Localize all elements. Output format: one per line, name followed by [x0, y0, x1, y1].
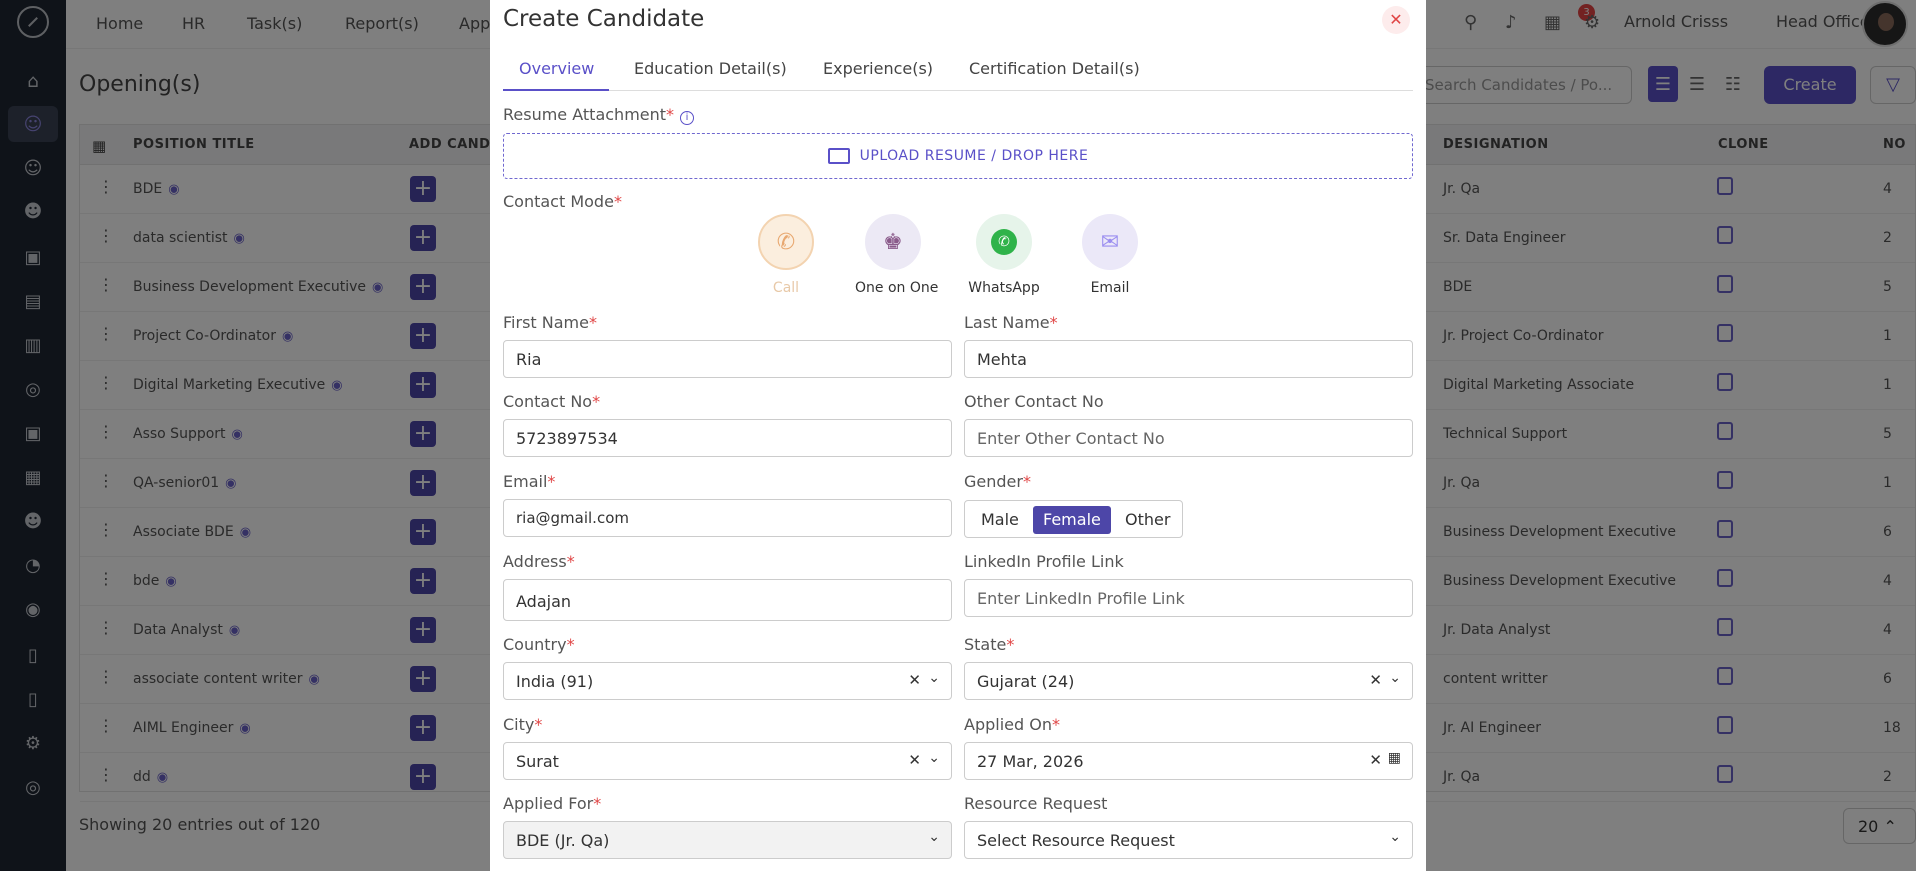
chevron-down-icon[interactable]: ⌄ [1389, 829, 1401, 845]
resource-request-select[interactable]: Select Resource Request ⌄ [964, 821, 1413, 859]
linkedin-label: LinkedIn Profile Link [964, 552, 1124, 571]
email-label: Email* [503, 472, 556, 491]
resource-request-placeholder: Select Resource Request [977, 831, 1175, 850]
chevron-down-icon[interactable]: ⌄ [1389, 670, 1401, 686]
country-select[interactable]: India (91) ✕ ⌄ [503, 662, 952, 700]
clear-icon[interactable]: ✕ [1369, 751, 1382, 769]
first-name-input[interactable]: Ria [503, 340, 952, 378]
clear-icon[interactable]: ✕ [1369, 671, 1382, 689]
email-field[interactable]: ria@gmail.com [503, 499, 952, 537]
gender-other[interactable]: Other [1115, 506, 1180, 534]
info-icon[interactable]: i [680, 111, 695, 125]
city-select[interactable]: Surat ✕ ⌄ [503, 742, 952, 780]
contact-mode-email[interactable]: ✉ Email [1082, 214, 1138, 296]
applied-on-date[interactable]: 27 Mar, 2026 ✕ ▦ [964, 742, 1413, 780]
tab-experience[interactable]: Experience(s) [823, 59, 933, 78]
app-root: ⌂ ☺ ☺ ☻ ▣ ▤ ▥ ◎ ▣ ▦ ☻ ◔ ◉ ▯ ▯ ⚙ ◎ Home H… [0, 0, 1916, 871]
other-contact-input[interactable]: Enter Other Contact No [964, 419, 1413, 457]
address-label: Address* [503, 552, 575, 571]
clear-icon[interactable]: ✕ [908, 671, 921, 689]
modal-title: Create Candidate [503, 6, 705, 32]
whatsapp-icon: ✆ [976, 214, 1032, 270]
applied-on-value: 27 Mar, 2026 [977, 752, 1084, 771]
tab-overview[interactable]: Overview [519, 59, 594, 78]
first-name-label: First Name* [503, 313, 597, 332]
applied-on-label: Applied On* [964, 715, 1060, 734]
contact-mode-one-on-one[interactable]: ♚ One on One [855, 214, 938, 296]
resource-request-label: Resource Request [964, 794, 1108, 813]
applied-for-value: BDE (Jr. Qa) [516, 831, 610, 850]
meeting-icon: ♚ [865, 214, 921, 270]
gender-male[interactable]: Male [971, 506, 1029, 534]
gender-toggle: Male Female Other [964, 500, 1183, 538]
other-contact-label: Other Contact No [964, 392, 1104, 411]
close-icon[interactable]: ✕ [1382, 6, 1410, 34]
tab-education[interactable]: Education Detail(s) [634, 59, 787, 78]
create-candidate-modal: Create Candidate ✕ Overview Education De… [490, 0, 1426, 871]
chevron-down-icon[interactable]: ⌄ [928, 750, 940, 766]
country-label: Country* [503, 635, 575, 654]
contact-mode-whatsapp[interactable]: ✆ WhatsApp [968, 214, 1040, 296]
last-name-label: Last Name* [964, 313, 1058, 332]
folder-icon [827, 148, 850, 164]
upload-text: UPLOAD RESUME / DROP HERE [859, 148, 1089, 164]
chevron-down-icon[interactable]: ⌄ [928, 670, 940, 686]
mail-icon: ✉ [1082, 214, 1138, 270]
gender-female[interactable]: Female [1033, 506, 1111, 534]
contact-mode-call[interactable]: ✆ Call [758, 214, 814, 296]
state-select[interactable]: Gujarat (24) ✕ ⌄ [964, 662, 1413, 700]
last-name-input[interactable]: Mehta [964, 340, 1413, 378]
modal-tabs: Overview Education Detail(s) Experience(… [503, 48, 1413, 91]
tab-certification[interactable]: Certification Detail(s) [969, 59, 1140, 78]
calendar-icon[interactable]: ▦ [1388, 750, 1401, 766]
contact-mode-label: Contact Mode* [503, 192, 622, 211]
country-value: India (91) [516, 672, 594, 691]
city-label: City* [503, 715, 543, 734]
contact-no-input[interactable]: 5723897534 [503, 419, 952, 457]
state-label: State* [964, 635, 1015, 654]
upload-dropzone[interactable]: UPLOAD RESUME / DROP HERE [503, 133, 1413, 179]
applied-for-label: Applied For* [503, 794, 602, 813]
phone-icon: ✆ [758, 214, 814, 270]
city-value: Surat [516, 752, 559, 771]
clear-icon[interactable]: ✕ [908, 751, 921, 769]
resume-label: Resume Attachment* i [503, 105, 695, 125]
applied-for-select[interactable]: BDE (Jr. Qa) ⌄ [503, 821, 952, 859]
gender-label: Gender* [964, 472, 1031, 491]
address-textarea[interactable]: Adajan [503, 579, 952, 621]
state-value: Gujarat (24) [977, 672, 1075, 691]
contact-no-label: Contact No* [503, 392, 601, 411]
linkedin-input[interactable]: Enter LinkedIn Profile Link [964, 579, 1413, 617]
chevron-down-icon[interactable]: ⌄ [928, 829, 940, 845]
active-tab-indicator [503, 89, 609, 91]
